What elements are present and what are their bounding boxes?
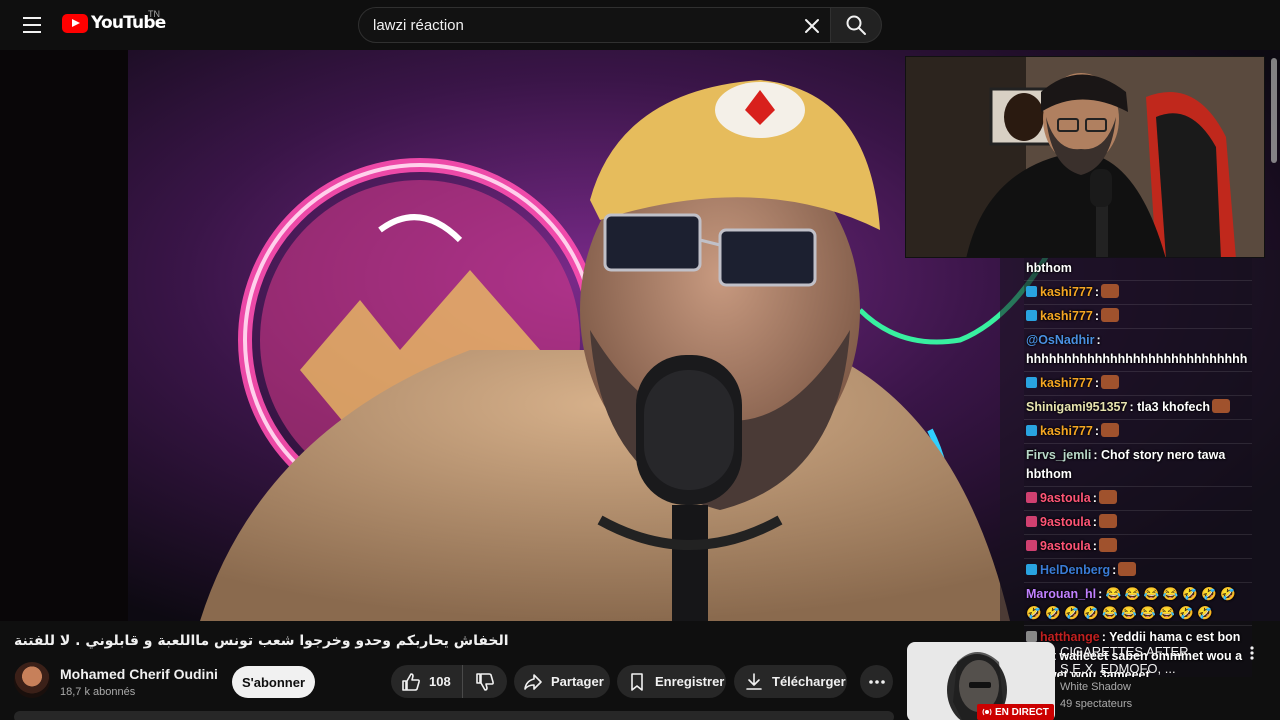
chat-badge-icon	[1026, 286, 1037, 297]
thumbs-down-icon	[476, 672, 494, 691]
search-button[interactable]	[830, 7, 882, 43]
youtube-logo[interactable]: YouTube TN	[62, 9, 166, 33]
channel-avatar[interactable]	[14, 662, 50, 698]
logo-country-code: TN	[148, 9, 160, 19]
download-icon	[746, 672, 762, 690]
download-label: Télécharger	[772, 674, 846, 689]
scrollbar-thumb[interactable]	[1271, 58, 1277, 163]
chat-username[interactable]: kashi777	[1040, 376, 1093, 390]
chat-emote-icon	[1098, 490, 1117, 504]
chat-badge-icon	[1026, 540, 1037, 551]
chat-username[interactable]: kashi777	[1040, 309, 1093, 323]
chat-emote-icon	[1101, 375, 1119, 389]
share-label: Partager	[551, 674, 604, 689]
search-icon	[846, 15, 866, 35]
chat-username[interactable]: Shinigami951357	[1026, 400, 1127, 414]
chat-emote-icon	[1098, 514, 1117, 528]
chat-emote-icon	[1101, 423, 1119, 437]
youtube-play-icon	[62, 13, 88, 33]
chat-badge-icon	[1026, 310, 1037, 321]
chat-message: kashi777:	[1024, 305, 1252, 329]
more-vertical-icon[interactable]	[1244, 644, 1260, 662]
chat-username[interactable]: kashi777	[1040, 285, 1093, 299]
chat-message: Shinigami951357: tla3 khofech	[1024, 396, 1252, 420]
chat-text: hbthom	[1026, 261, 1072, 275]
chat-badge-icon	[1026, 564, 1037, 575]
like-button[interactable]: 108	[391, 665, 463, 698]
chat-badge-icon	[1026, 492, 1037, 503]
chat-username[interactable]: Firvs_jemli	[1026, 448, 1091, 462]
chat-message: kashi777:	[1024, 281, 1252, 305]
webcam-image	[906, 57, 1264, 257]
chat-badge-icon	[1026, 425, 1037, 436]
chat-username[interactable]: 9astoula	[1040, 491, 1091, 505]
chat-username[interactable]: @OsNadhir	[1026, 333, 1094, 347]
search-input[interactable]	[373, 16, 793, 34]
chat-message: 9astoula:	[1024, 511, 1252, 535]
suggested-viewer-count: 49 spectateurs	[1060, 698, 1133, 710]
chat-message: Marouan_hl: 😂 😂 😂 😂 🤣 🤣 🤣 🤣 🤣 🤣 🤣 😂 😂 😂 …	[1024, 583, 1252, 626]
chat-text: :	[1112, 563, 1117, 577]
share-icon	[524, 673, 542, 690]
chat-message: 9astoula:	[1024, 487, 1252, 511]
live-badge: EN DIRECT	[977, 704, 1054, 720]
live-icon	[982, 708, 992, 716]
video-title: الخفاش يحاربكم وحدو وخرجوا شعب تونس ماال…	[14, 633, 509, 649]
chat-message: 9astoula:	[1024, 535, 1252, 559]
chat-message: kashi777:	[1024, 372, 1252, 396]
chat-overlay: hbthom kashi777: kashi777: @OsNadhir: hhhhh…	[1024, 257, 1252, 677]
share-button[interactable]: Partager	[514, 665, 610, 698]
chat-text: : tla3 khofech	[1129, 400, 1211, 414]
chat-username[interactable]: 9astoula	[1040, 539, 1091, 553]
search-bar	[358, 7, 834, 43]
chat-message: Firvs_jemli: Chof story nero tawa hbthom	[1024, 444, 1252, 487]
chat-text: :	[1092, 539, 1097, 553]
chat-badge-icon	[1026, 377, 1037, 388]
hamburger-menu-icon[interactable]	[18, 12, 46, 38]
chat-badge-icon	[1026, 516, 1037, 527]
chat-text: :	[1094, 309, 1099, 323]
like-count: 108	[429, 674, 451, 689]
thumbs-up-icon	[402, 672, 420, 691]
chat-message: HelDenberg:	[1024, 559, 1252, 583]
live-label: EN DIRECT	[995, 706, 1049, 718]
chat-username[interactable]: kashi777	[1040, 424, 1093, 438]
save-button[interactable]: Enregistrer	[617, 665, 726, 698]
like-dislike-group: 108	[391, 665, 507, 698]
subscribe-button[interactable]: S'abonner	[232, 666, 315, 698]
more-horizontal-icon	[868, 679, 885, 684]
clear-search-icon[interactable]	[801, 15, 823, 37]
download-button[interactable]: Télécharger	[734, 665, 847, 698]
chat-message: @OsNadhir: hhhhhhhhhhhhhhhhhhhhhhhhhhhhh	[1024, 329, 1252, 372]
chat-emote-icon	[1101, 308, 1119, 322]
chat-text: :	[1094, 376, 1099, 390]
save-label: Enregistrer	[655, 674, 725, 689]
chat-emote-icon	[1212, 399, 1231, 413]
chat-text: :	[1094, 285, 1099, 299]
suggested-channel-name[interactable]: White Shadow	[1060, 681, 1131, 693]
chat-text: :	[1094, 424, 1099, 438]
chat-username[interactable]: HelDenberg	[1040, 563, 1110, 577]
chat-emote-icon	[1098, 538, 1117, 552]
streamer-webcam	[905, 56, 1265, 258]
bookmark-icon	[631, 672, 643, 691]
channel-name[interactable]: Mohamed Cherif Oudini	[60, 666, 218, 682]
masthead: YouTube TN	[0, 0, 1280, 50]
chat-username[interactable]: Marouan_hl	[1026, 587, 1096, 601]
chat-text: :	[1092, 491, 1097, 505]
chat-emote-icon	[1118, 562, 1137, 576]
chat-message: kashi777:	[1024, 420, 1252, 444]
chat-username[interactable]: 9astoula	[1040, 515, 1091, 529]
description-box[interactable]	[14, 711, 894, 720]
chat-text: :	[1092, 515, 1097, 529]
dislike-button[interactable]	[463, 665, 507, 698]
chat-message: hbthom	[1024, 257, 1252, 281]
suggested-video-title[interactable]: CIGARETTES AFTER S.E.X, EDMOFO, ...	[1060, 643, 1210, 677]
chat-emote-icon	[1101, 284, 1119, 298]
more-actions-button[interactable]	[860, 665, 893, 698]
chat-badge-icon	[1026, 631, 1037, 642]
subscriber-count: 18,7 k abonnés	[60, 686, 136, 698]
